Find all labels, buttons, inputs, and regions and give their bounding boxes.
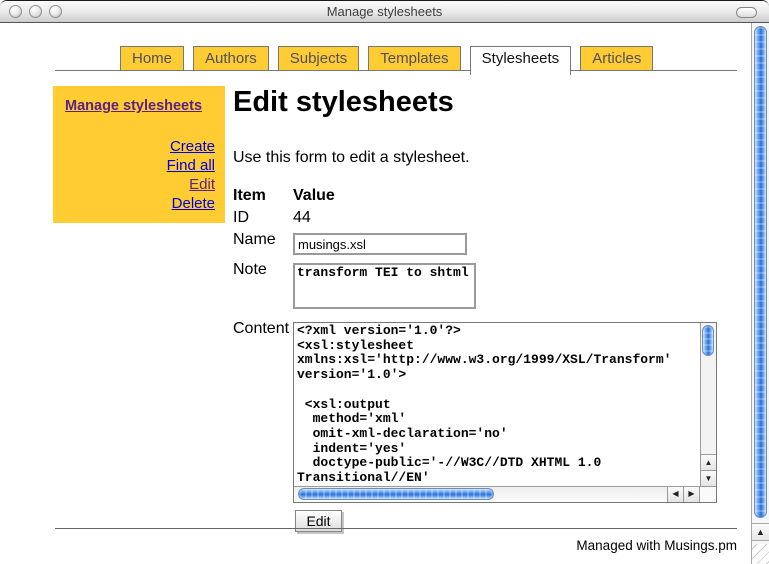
content-horizontal-scrollbar[interactable]: ◀ ▶ bbox=[294, 486, 716, 502]
column-header-value: Value bbox=[293, 185, 717, 207]
note-textarea[interactable]: transform TEI to shtml bbox=[293, 263, 476, 309]
tab-templates[interactable]: Templates bbox=[368, 46, 460, 70]
intro-text: Use this form to edit a stylesheet. bbox=[233, 149, 717, 167]
page-title: Edit stylesheets bbox=[233, 86, 717, 119]
toolbar-toggle-button[interactable] bbox=[736, 7, 757, 18]
main-content: Edit stylesheets Use this form to edit a… bbox=[233, 86, 717, 534]
column-header-item: Item bbox=[233, 185, 293, 207]
browser-window: Manage stylesheets Home Authors Subjects… bbox=[0, 0, 769, 564]
content-text[interactable]: <?xml version='1.0'?> <xsl:stylesheet xm… bbox=[294, 323, 699, 485]
footer-text: Managed with Musings.pm bbox=[576, 538, 737, 553]
sidebar-item-edit[interactable]: Edit bbox=[65, 175, 215, 194]
scroll-left-icon[interactable]: ◀ bbox=[667, 487, 683, 502]
window-title: Manage stylesheets bbox=[327, 4, 443, 19]
scroll-up-icon[interactable]: ▲ bbox=[701, 454, 716, 470]
tab-articles[interactable]: Articles bbox=[580, 46, 653, 70]
sidebar-nav: Create Find all Edit Delete bbox=[65, 137, 215, 213]
tab-home[interactable]: Home bbox=[120, 46, 184, 70]
scroll-right-icon[interactable]: ▶ bbox=[683, 487, 699, 502]
content-vertical-scrollbar[interactable]: ▲ ▼ bbox=[700, 323, 716, 486]
id-value: 44 bbox=[293, 207, 717, 229]
window-scrollbar-thumb[interactable] bbox=[754, 26, 767, 518]
horizontal-scroll-track[interactable] bbox=[294, 487, 667, 502]
tab-stylesheets[interactable]: Stylesheets bbox=[470, 46, 572, 75]
minimize-button-icon[interactable] bbox=[29, 5, 42, 18]
window-scroll-up-icon[interactable]: ▲ bbox=[752, 523, 769, 541]
stylesheet-form: Item Value ID 44 Name Note transform TEI… bbox=[233, 185, 717, 534]
window-titlebar: Manage stylesheets bbox=[0, 1, 769, 23]
note-label: Note bbox=[233, 259, 293, 281]
close-button-icon[interactable] bbox=[9, 5, 22, 18]
resize-grip[interactable] bbox=[752, 544, 769, 564]
tab-subjects[interactable]: Subjects bbox=[278, 46, 360, 70]
footer-rule bbox=[55, 528, 737, 529]
tab-bar: Home Authors Subjects Templates Styleshe… bbox=[120, 46, 653, 75]
scroll-down-icon[interactable]: ▼ bbox=[701, 470, 716, 486]
id-label: ID bbox=[233, 207, 293, 229]
window-scrollbar[interactable]: ▲ bbox=[751, 23, 769, 564]
vertical-scrollbar-thumb[interactable] bbox=[702, 325, 714, 356]
name-label: Name bbox=[233, 229, 293, 251]
sidebar: Manage stylesheets Create Find all Edit … bbox=[53, 86, 225, 223]
sidebar-item-delete[interactable]: Delete bbox=[65, 194, 215, 213]
zoom-button-icon[interactable] bbox=[49, 5, 62, 18]
tab-authors[interactable]: Authors bbox=[193, 46, 269, 70]
horizontal-scrollbar-thumb[interactable] bbox=[298, 488, 494, 500]
sidebar-item-create[interactable]: Create bbox=[65, 137, 215, 156]
content-textarea[interactable]: <?xml version='1.0'?> <xsl:stylesheet xm… bbox=[293, 322, 717, 503]
sidebar-item-find-all[interactable]: Find all bbox=[65, 156, 215, 175]
scrollbar-corner bbox=[699, 487, 716, 502]
sidebar-heading-link[interactable]: Manage stylesheets bbox=[65, 98, 202, 114]
content-label: Content bbox=[233, 318, 293, 340]
name-input[interactable] bbox=[293, 233, 467, 255]
